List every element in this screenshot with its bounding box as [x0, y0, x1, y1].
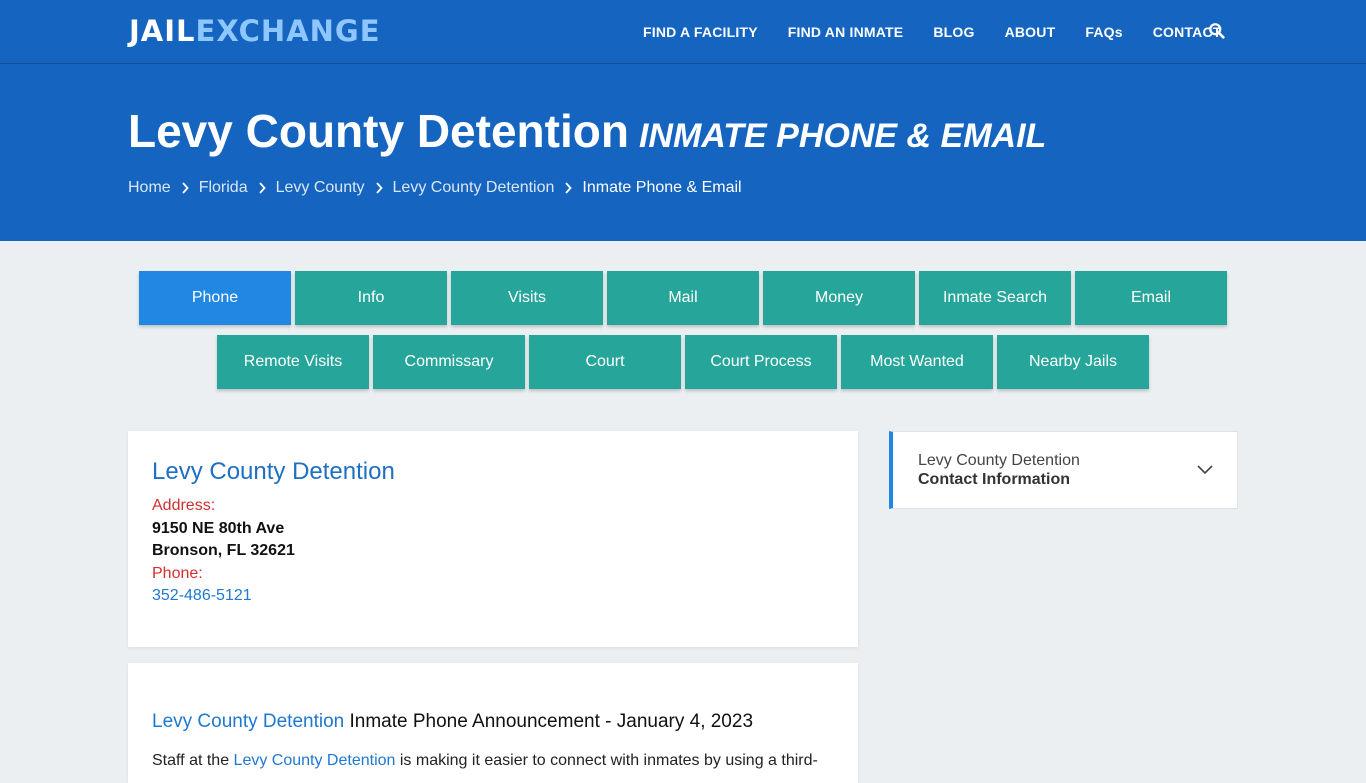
nav-blog[interactable]: BLOG [933, 24, 974, 40]
tab-phone[interactable]: Phone [139, 271, 291, 325]
breadcrumb: Home Florida Levy County Levy County Det… [128, 179, 742, 197]
announcement-body-suffix: is making it easier to connect with inma… [395, 752, 818, 769]
tab-most-wanted[interactable]: Most Wanted [841, 335, 993, 389]
tab-court-process[interactable]: Court Process [685, 335, 837, 389]
page-title-main: Levy County Detention [128, 105, 629, 157]
contact-info-accordion[interactable]: Levy County Detention Contact Informatio… [889, 431, 1238, 509]
accordion-facility-name: Levy County Detention [918, 452, 1080, 469]
breadcrumb-county[interactable]: Levy County [276, 179, 365, 197]
tab-remote-visits[interactable]: Remote Visits [217, 335, 369, 389]
breadcrumb-home[interactable]: Home [128, 179, 171, 197]
announcement-facility-link[interactable]: Levy County Detention [152, 711, 344, 732]
announcement-body-prefix: Staff at the [152, 752, 234, 769]
chevron-right-icon [564, 182, 573, 194]
breadcrumb-facility[interactable]: Levy County Detention [393, 179, 555, 197]
main-nav: FIND A FACILITY FIND AN INMATE BLOG ABOU… [643, 0, 1252, 64]
tab-email[interactable]: Email [1075, 271, 1227, 325]
logo-part-2: EXCHANGE [195, 14, 381, 48]
tab-money[interactable]: Money [763, 271, 915, 325]
announcement-title-text: Inmate Phone Announcement - January 4, 2… [344, 711, 754, 732]
tab-mail[interactable]: Mail [607, 271, 759, 325]
facility-phone-link[interactable]: 352-486-5121 [152, 587, 252, 605]
chevron-right-icon [181, 182, 189, 194]
announcement-body: Staff at the Levy County Detention is ma… [152, 752, 818, 770]
tab-inmate-search[interactable]: Inmate Search [919, 271, 1071, 325]
announcement-card: Levy County Detention Inmate Phone Annou… [128, 663, 858, 783]
top-navbar: JAILEXCHANGE FIND A FACILITY FIND AN INM… [0, 0, 1366, 64]
breadcrumb-current: Inmate Phone & Email [582, 179, 742, 196]
announcement-body-link[interactable]: Levy County Detention [234, 752, 396, 769]
phone-label: Phone: [152, 565, 203, 582]
announcement-title: Levy County Detention Inmate Phone Annou… [152, 711, 753, 733]
chevron-right-icon [375, 182, 383, 194]
tab-commissary[interactable]: Commissary [373, 335, 525, 389]
page-title-sub: Inmate Phone & Email [638, 117, 1047, 155]
site-logo[interactable]: JAILEXCHANGE [129, 14, 381, 48]
logo-part-1: JAIL [129, 14, 196, 48]
tab-nearby-jails[interactable]: Nearby Jails [997, 335, 1149, 389]
tab-info[interactable]: Info [295, 271, 447, 325]
nav-find-inmate[interactable]: FIND AN INMATE [788, 24, 904, 40]
tab-court[interactable]: Court [529, 335, 681, 389]
chevron-down-icon[interactable] [1195, 460, 1215, 480]
facility-info-card: Levy County Detention Address: 9150 NE 8… [128, 431, 858, 647]
address-line-1: 9150 NE 80th Ave [152, 520, 285, 537]
nav-faqs[interactable]: FAQs [1085, 24, 1122, 40]
address-label: Address: [152, 497, 216, 514]
address-line-2: Bronson, FL 32621 [152, 542, 295, 559]
facility-name: Levy County Detention [152, 458, 395, 485]
tab-visits[interactable]: Visits [451, 271, 603, 325]
nav-find-facility[interactable]: FIND A FACILITY [643, 24, 758, 40]
nav-about[interactable]: ABOUT [1005, 24, 1056, 40]
page-title: Levy County Detention Inmate Phone & Emai… [128, 104, 1046, 158]
accordion-title: Contact Information [918, 471, 1070, 488]
breadcrumb-state[interactable]: Florida [199, 179, 248, 197]
search-icon[interactable] [1208, 22, 1226, 40]
page-hero: Levy County Detention Inmate Phone & Emai… [0, 64, 1366, 241]
chevron-right-icon [258, 182, 266, 194]
